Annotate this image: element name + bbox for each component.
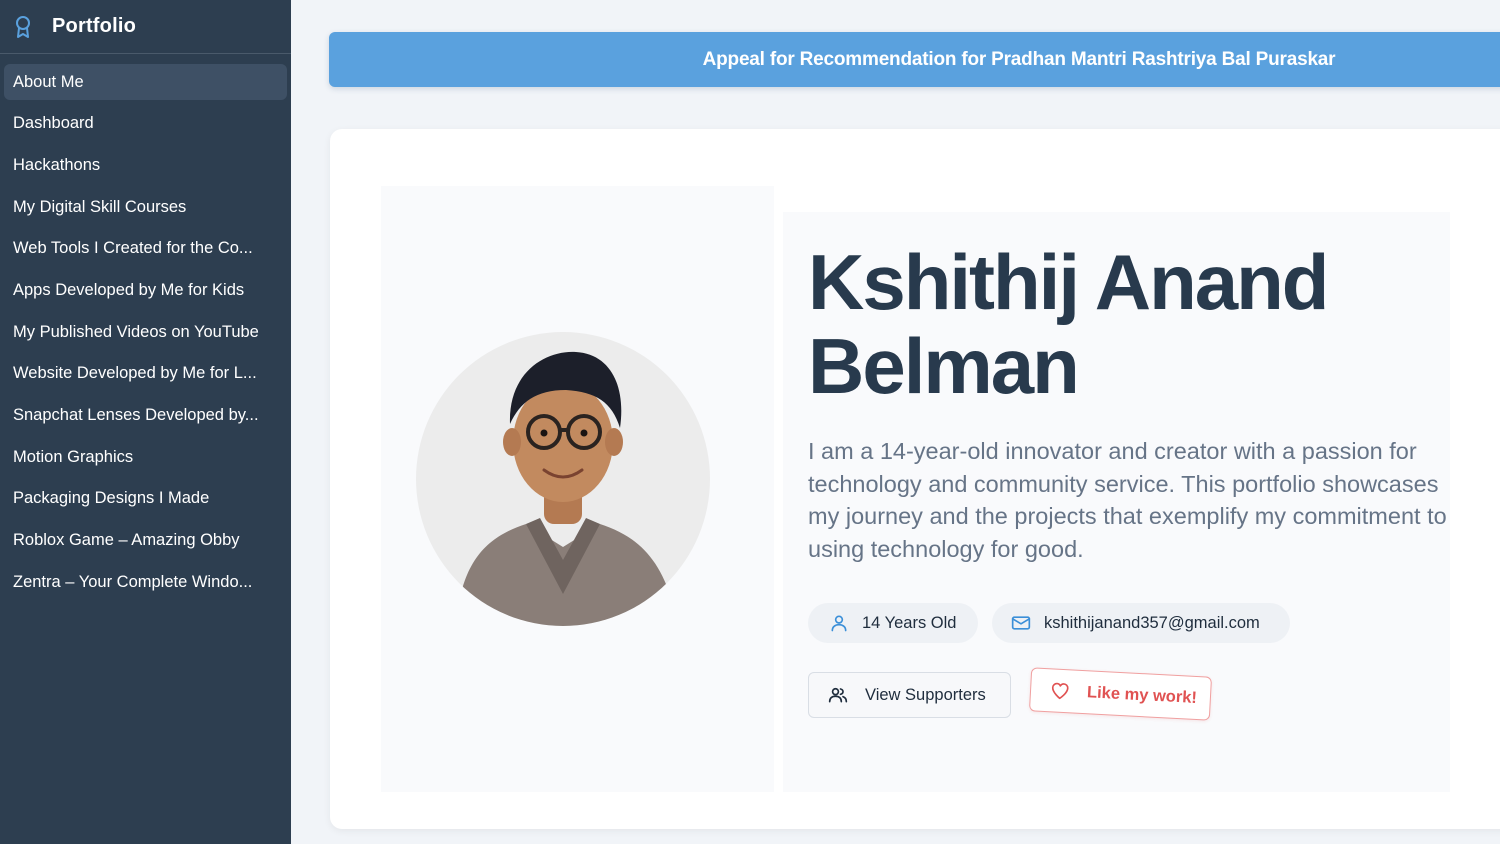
mail-icon xyxy=(1010,612,1032,634)
profile-name-line2: Belman xyxy=(808,322,1080,410)
view-supporters-button[interactable]: View Supporters xyxy=(808,672,1011,718)
sidebar-nav: About Me Dashboard Hackathons My Digital… xyxy=(0,54,291,600)
brand-title[interactable]: Portfolio xyxy=(52,15,136,38)
sidebar-item-digital-skill-courses[interactable]: My Digital Skill Courses xyxy=(4,189,287,225)
appeal-banner[interactable]: Appeal for Recommendation for Pradhan Ma… xyxy=(329,32,1500,87)
profile-bio: I am a 14-year-old innovator and creator… xyxy=(808,438,1447,562)
sidebar-item-hackathons[interactable]: Hackathons xyxy=(4,147,287,183)
sidebar-item-packaging-designs[interactable]: Packaging Designs I Made xyxy=(4,481,287,517)
sidebar-item-dashboard[interactable]: Dashboard xyxy=(4,106,287,142)
email-text[interactable]: kshithijanand357@gmail.com xyxy=(1044,614,1260,633)
like-label: Like my work! xyxy=(1086,682,1198,707)
sidebar-item-website[interactable]: Website Developed by Me for L... xyxy=(4,356,287,392)
avatar xyxy=(416,332,710,626)
sidebar-item-motion-graphics[interactable]: Motion Graphics xyxy=(4,439,287,475)
user-icon xyxy=(828,612,850,634)
users-icon xyxy=(827,684,849,706)
sidebar-header: Portfolio xyxy=(0,0,291,54)
sidebar-item-roblox-game[interactable]: Roblox Game – Amazing Obby xyxy=(4,523,287,559)
sidebar-item-youtube-videos[interactable]: My Published Videos on YouTube xyxy=(4,314,287,350)
sidebar-item-zentra[interactable]: Zentra – Your Complete Windo... xyxy=(4,564,287,600)
age-badge: 14 Years Old xyxy=(808,603,978,643)
age-text: 14 Years Old xyxy=(862,613,957,632)
sidebar: Portfolio About Me Dashboard Hackathons … xyxy=(0,0,291,844)
sidebar-item-snapchat-lenses[interactable]: Snapchat Lenses Developed by... xyxy=(4,398,287,434)
award-ribbon-icon xyxy=(14,15,32,39)
profile-name-line1: Kshithij Anand xyxy=(808,238,1329,326)
sidebar-item-about-me[interactable]: About Me xyxy=(4,64,287,100)
like-button[interactable]: Like my work! xyxy=(1028,667,1213,721)
banner-text: Appeal for Recommendation for Pradhan Ma… xyxy=(702,48,1336,70)
email-badge[interactable]: kshithijanand357@gmail.com xyxy=(992,603,1290,643)
sidebar-item-apps-for-kids[interactable]: Apps Developed by Me for Kids xyxy=(4,272,287,308)
profile-name: Kshithij Anand Belman xyxy=(808,240,1448,408)
view-supporters-label: View Supporters xyxy=(865,685,986,704)
sidebar-item-web-tools[interactable]: Web Tools I Created for the Co... xyxy=(4,231,287,267)
heart-icon xyxy=(1049,679,1072,702)
